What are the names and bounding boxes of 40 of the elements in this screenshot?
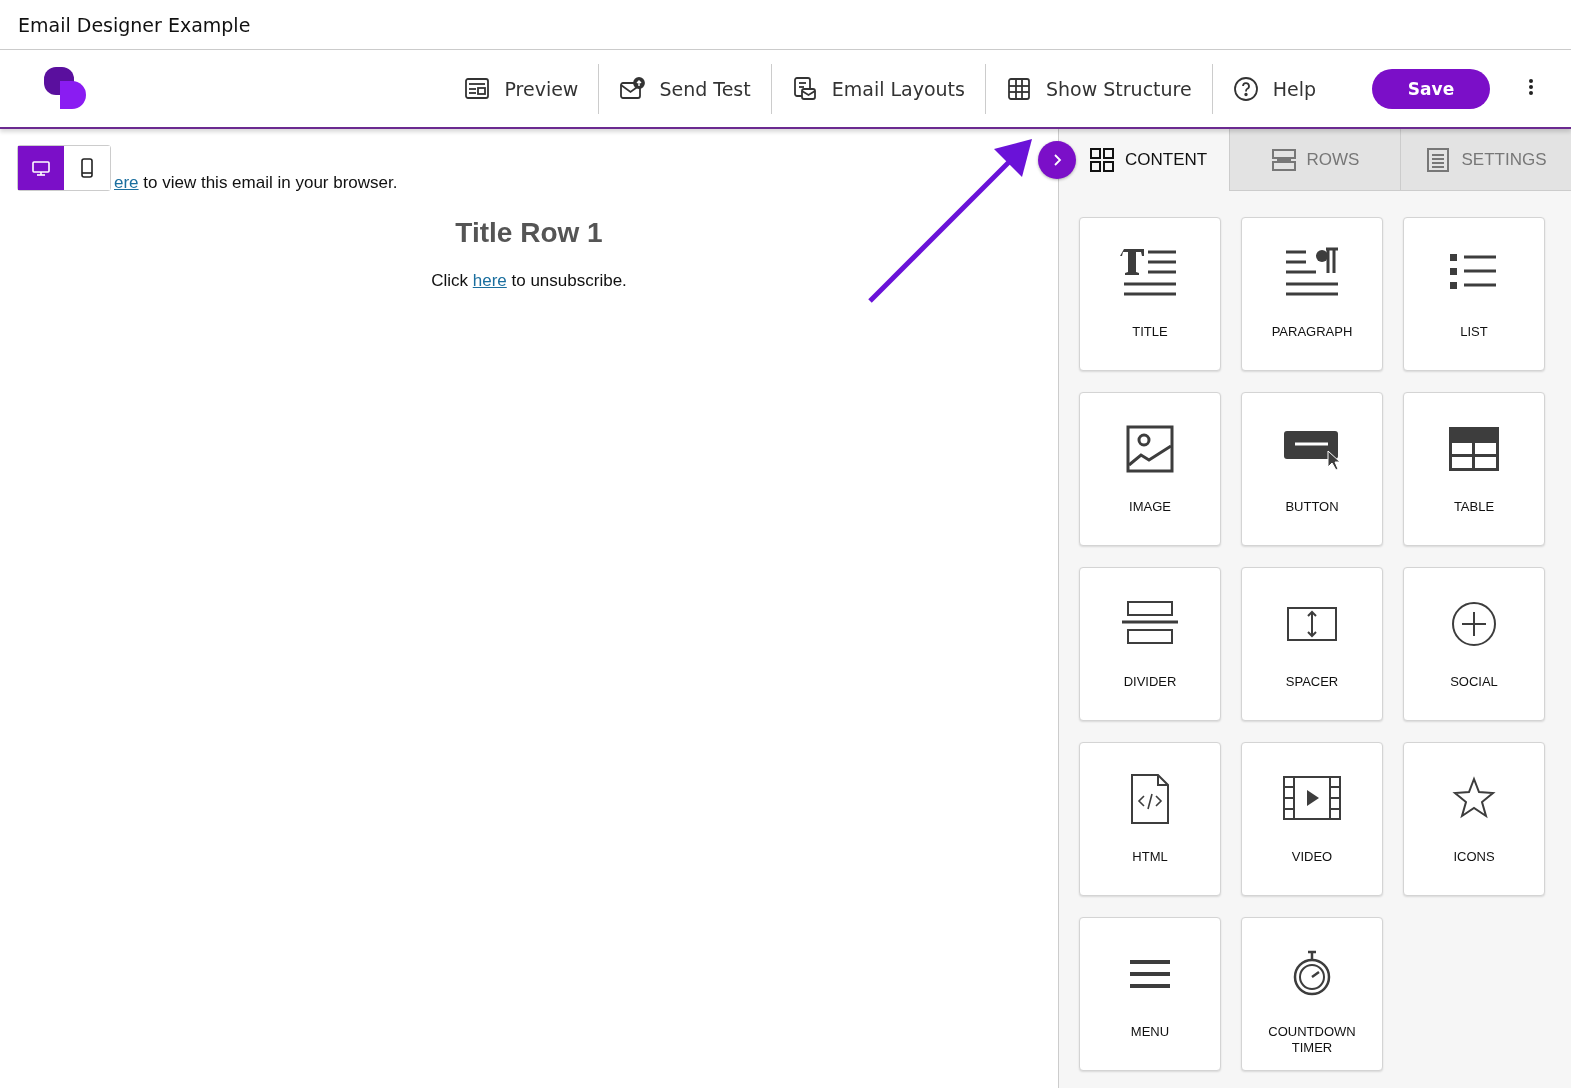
grid-icon (1005, 75, 1032, 102)
monitor-icon (31, 158, 51, 178)
menu-block-tile[interactable]: MENU (1079, 917, 1221, 1071)
desktop-view-button[interactable] (18, 146, 64, 190)
layouts-button[interactable]: Email Layouts (771, 75, 985, 102)
envelope-upload-icon (619, 75, 646, 102)
more-options-icon[interactable] (1528, 77, 1534, 96)
window-title: Email Designer Example (18, 13, 251, 36)
four-squares-icon (1089, 146, 1115, 173)
help-icon (1232, 75, 1259, 102)
structure-button[interactable]: Show Structure (985, 75, 1212, 102)
preview-button[interactable]: Preview (444, 75, 599, 102)
image-block-tile[interactable]: IMAGE (1079, 392, 1221, 546)
paragraph-block-tile[interactable]: PARAGRAPH (1241, 217, 1383, 371)
unsubscribe-link[interactable]: here (472, 271, 507, 290)
title-block-tile[interactable]: TITLE (1079, 217, 1221, 371)
browser-text: to view this email in your browser. (143, 173, 398, 192)
divider-block-tile[interactable]: DIVIDER (1079, 567, 1221, 721)
unsubscribe-text: Click (431, 271, 468, 290)
email-title: Title Row 1 (454, 217, 604, 249)
chevron-right-icon (1051, 153, 1063, 167)
button-block-tile[interactable]: BUTTON (1241, 392, 1383, 546)
list-block-tile[interactable]: LIST (1403, 217, 1545, 371)
send-button[interactable]: Send Test (599, 75, 771, 102)
social-block-tile[interactable]: SOCIAL (1403, 567, 1545, 721)
browser-window-icon (464, 75, 491, 102)
help-button[interactable]: Help (1212, 75, 1336, 102)
browser-link[interactable]: ere (114, 173, 139, 192)
spacer-block-tile[interactable]: SPACER (1241, 567, 1383, 721)
video-block-tile[interactable]: VIDEO (1241, 742, 1383, 896)
document-lines-icon (1425, 146, 1452, 173)
countdown-block-tile[interactable]: COUNTDOWN TIMER (1241, 917, 1383, 1071)
document-envelope-icon (791, 75, 818, 102)
unsubscribe-text: to unsubscribe. (511, 271, 627, 290)
collapse-button[interactable] (1038, 141, 1076, 179)
rows-icon (1270, 146, 1297, 173)
table-block-tile[interactable]: TABLE (1403, 392, 1545, 546)
save-button[interactable]: Save (1372, 68, 1490, 109)
icons-block-tile[interactable]: ICONS (1403, 742, 1545, 896)
html-block-tile[interactable]: HTML (1079, 742, 1221, 896)
